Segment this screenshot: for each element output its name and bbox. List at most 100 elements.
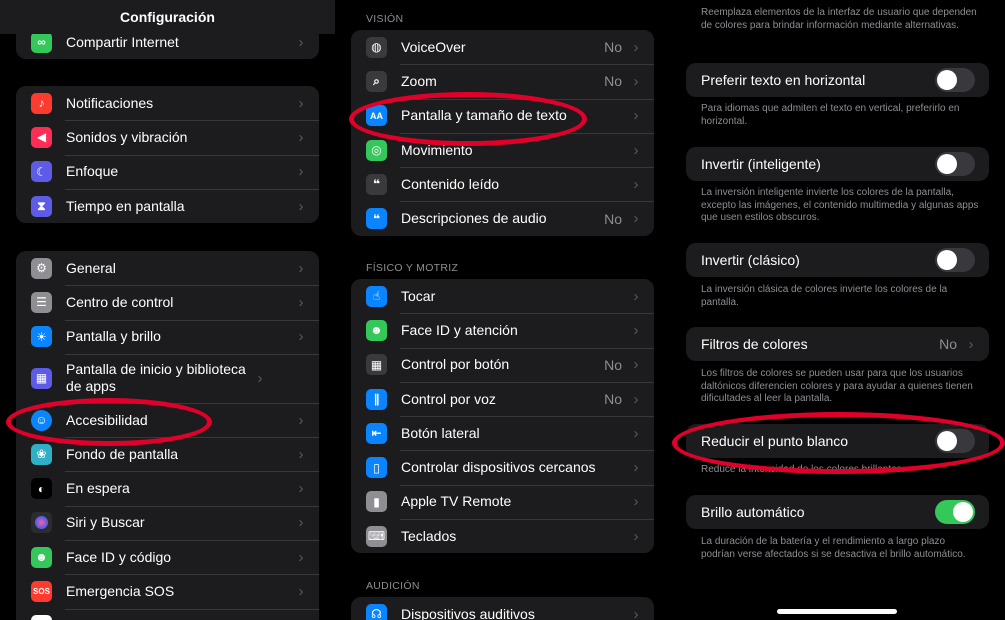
toggle-knob <box>937 154 957 175</box>
row-classic-invert[interactable]: Invertir (clásico) <box>686 243 989 277</box>
row-label: Reducir el punto blanco <box>701 432 849 449</box>
sidebar-item-home-screen[interactable]: ▦ Pantalla de inicio y biblioteca de app… <box>16 353 319 403</box>
row-motion[interactable]: ◎ Movimiento › <box>351 132 654 167</box>
siri-icon <box>31 512 52 534</box>
row-auto-brightness[interactable]: Brillo automático <box>686 495 989 529</box>
speaker-icon: ◀ <box>31 126 52 148</box>
row-text-size[interactable]: AA Pantalla y tamaño de texto › <box>351 98 654 133</box>
reduce-white-point-toggle[interactable] <box>935 429 975 454</box>
group-classic-invert: Invertir (clásico) <box>686 243 989 278</box>
row-faceid-attention[interactable]: ☻ Face ID y atención › <box>351 313 654 347</box>
sidebar-item-screen-time[interactable]: ⧗ Tiempo en pantalla › <box>16 188 319 223</box>
audio-description-icon: ❝ <box>366 208 387 230</box>
standby-icon: ◐ <box>31 478 52 500</box>
sidebar-item-label: Enfoque <box>66 163 119 180</box>
group-general: ⚙ General › ☰ Centro de control › ☀ Pant… <box>16 251 319 620</box>
sidebar-item-accessibility[interactable]: ☺ Accesibilidad › <box>16 402 319 437</box>
row-label: Zoom <box>401 72 437 89</box>
chevron-right-icon: › <box>298 514 304 532</box>
accessibility-icon: ☺ <box>31 409 52 431</box>
row-reduce-white-point[interactable]: Reducir el punto blanco <box>686 424 989 458</box>
voiceover-icon: ◍ <box>366 36 387 58</box>
chevron-right-icon: › <box>298 583 304 601</box>
row-hearing-devices[interactable]: ☊ Dispositivos auditivos › <box>351 597 654 620</box>
chevron-right-icon: › <box>298 33 304 51</box>
sidebar-item-control-center[interactable]: ☰ Centro de control › <box>16 285 319 319</box>
sidebar-item-standby[interactable]: ◐ En espera › <box>16 471 319 505</box>
sidebar-item-label: Tiempo en pantalla <box>66 197 185 214</box>
row-zoom[interactable]: ⌕ Zoom No › <box>351 64 654 98</box>
row-nearby-devices[interactable]: ▯ Controlar dispositivos cercanos › <box>351 450 654 484</box>
row-voice-control[interactable]: ∥ Control por voz No › <box>351 381 654 416</box>
faceid-icon: ☻ <box>31 546 52 568</box>
chevron-right-icon: › <box>298 293 304 311</box>
chevron-right-icon: › <box>298 259 304 277</box>
row-switch-control[interactable]: ▦ Control por botón No › <box>351 347 654 382</box>
row-audio-descriptions[interactable]: ❝ Descripciones de audio No › <box>351 201 654 235</box>
tv-remote-icon: ▮ <box>366 491 387 513</box>
chevron-right-icon: › <box>633 390 639 408</box>
sidebar-item-sounds[interactable]: ◀ Sonidos y vibración › <box>16 120 319 154</box>
chevron-right-icon: › <box>298 411 304 429</box>
voice-control-icon: ∥ <box>366 388 387 410</box>
sidebar-item-faceid[interactable]: ☻ Face ID y código › <box>16 540 319 574</box>
chevron-right-icon: › <box>633 141 639 159</box>
chevron-right-icon: › <box>257 369 263 387</box>
sidebar-item-label: Siri y Buscar <box>66 514 145 531</box>
sidebar-item-siri[interactable]: Siri y Buscar › <box>16 505 319 540</box>
toggle-knob <box>937 250 957 271</box>
classic-invert-toggle[interactable] <box>935 248 975 273</box>
sidebar-item-notifications[interactable]: ♪ Notificaciones › <box>16 86 319 120</box>
row-label: Invertir (inteligente) <box>701 155 821 172</box>
chevron-right-icon: › <box>298 328 304 346</box>
row-prefer-horizontal[interactable]: Preferir texto en horizontal <box>686 63 989 97</box>
row-smart-invert[interactable]: Invertir (inteligente) <box>686 147 989 181</box>
row-keyboards[interactable]: ⌨ Teclados › <box>351 519 654 553</box>
sidebar-item-partial <box>16 608 319 620</box>
row-label: VoiceOver <box>401 38 466 55</box>
keyboard-icon: ⌨ <box>366 525 387 547</box>
row-label: Apple TV Remote <box>401 493 512 510</box>
sos-icon: SOS <box>31 581 52 603</box>
footnote-prefer-horizontal: Para idiomas que admiten el texto en ver… <box>701 103 960 127</box>
row-label: Dispositivos auditivos <box>401 605 535 620</box>
section-header-vision: VISIÓN <box>366 13 404 25</box>
chevron-right-icon: › <box>298 445 304 463</box>
chevron-right-icon: › <box>298 163 304 181</box>
sidebar-item-focus[interactable]: ☾ Enfoque › <box>16 154 319 189</box>
chevron-right-icon: › <box>633 287 639 305</box>
footnote-differentiate: Reemplaza elementos de la interfaz de us… <box>701 7 977 31</box>
nearby-devices-icon: ▯ <box>366 457 387 479</box>
sidebar-item-label: Face ID y código <box>66 548 172 565</box>
ear-icon: ☊ <box>366 603 387 620</box>
sidebar-item-general[interactable]: ⚙ General › <box>16 251 319 285</box>
chevron-right-icon: › <box>633 175 639 193</box>
auto-brightness-toggle[interactable] <box>935 500 975 525</box>
moon-icon: ☾ <box>31 161 52 183</box>
footnote-smart-invert: La inversión inteligente invierte los co… <box>701 187 979 223</box>
row-touch[interactable]: ☝ Tocar › <box>351 279 654 313</box>
chevron-right-icon: › <box>633 107 639 125</box>
sidebar-item-display[interactable]: ☀ Pantalla y brillo › <box>16 319 319 354</box>
row-color-filters[interactable]: Filtros de colores No › <box>686 327 989 361</box>
section-header-hearing: AUDICIÓN <box>366 580 420 592</box>
chevron-right-icon: › <box>633 72 639 90</box>
chevron-right-icon: › <box>298 128 304 146</box>
row-label: Teclados <box>401 527 457 544</box>
group-vision: ◍ VoiceOver No › ⌕ Zoom No › AA Pantalla… <box>351 30 654 236</box>
smart-invert-toggle[interactable] <box>935 152 975 177</box>
row-side-button[interactable]: ⇤ Botón lateral › <box>351 416 654 450</box>
accessibility-panel: VISIÓN ◍ VoiceOver No › ⌕ Zoom No › AA P… <box>335 0 670 620</box>
row-spoken-content[interactable]: ❝ Contenido leído › <box>351 167 654 201</box>
group-physical: ☝ Tocar › ☻ Face ID y atención › ▦ Contr… <box>351 279 654 554</box>
prefer-horizontal-toggle[interactable] <box>935 68 975 93</box>
group-reduce-white-point: Reducir el punto blanco <box>686 424 989 459</box>
sidebar-item-wallpaper[interactable]: ❀ Fondo de pantalla › <box>16 437 319 471</box>
sidebar-item-sos[interactable]: SOS Emergencia SOS › <box>16 574 319 608</box>
chevron-right-icon: › <box>633 527 639 545</box>
row-label: Filtros de colores <box>701 335 808 352</box>
chevron-right-icon: › <box>633 459 639 477</box>
row-label: Botón lateral <box>401 424 480 441</box>
row-tv-remote[interactable]: ▮ Apple TV Remote › <box>351 484 654 519</box>
row-voiceover[interactable]: ◍ VoiceOver No › <box>351 30 654 64</box>
